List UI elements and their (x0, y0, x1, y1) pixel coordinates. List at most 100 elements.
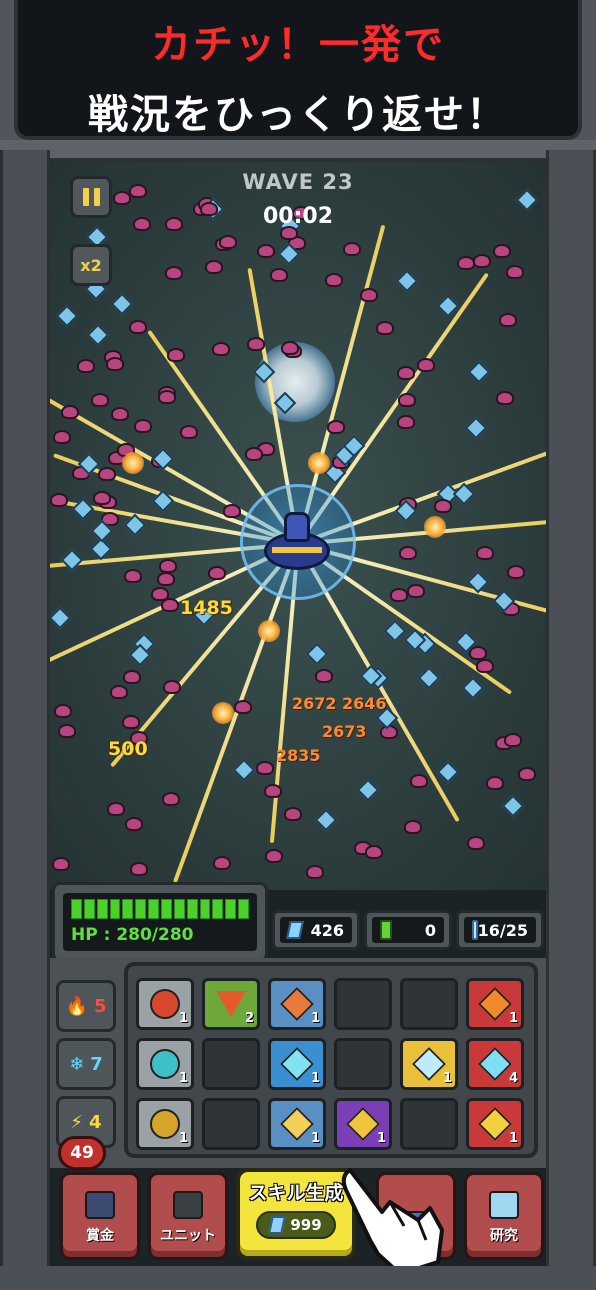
ice-element-counter[interactable]: ❄ 7 (56, 1038, 116, 1090)
ice-enemy (437, 760, 460, 784)
ice-enemy (50, 606, 72, 629)
bolt-star-icon (478, 1107, 512, 1141)
slime-enemy (417, 358, 436, 373)
ice-enemy (71, 497, 95, 521)
fire-count: 5 (93, 995, 107, 1017)
slime-enemy (124, 568, 143, 583)
slime-enemy (207, 565, 226, 580)
skill-level: 2 (244, 1011, 254, 1026)
bounty-button[interactable]: 賞金 (60, 1172, 140, 1260)
hp-segment (225, 899, 237, 919)
slime-enemy (156, 572, 175, 587)
hp-segment (161, 899, 172, 919)
slime-enemy (50, 492, 68, 507)
fire-element-counter[interactable]: 🔥 5 (56, 980, 116, 1032)
slime-enemy (256, 760, 275, 775)
pointing-hand-icon (341, 1168, 444, 1276)
crystal-counter: 426 (272, 910, 360, 950)
slime-enemy (496, 391, 515, 406)
speed-toggle-button[interactable]: x2 (70, 244, 112, 286)
slime-enemy (507, 564, 526, 579)
battle-field[interactable]: 1485 500 2672 2646 2673 2835 WAVE 23 00:… (50, 162, 546, 890)
slime-enemy (456, 255, 475, 270)
slime-enemy (399, 545, 418, 560)
bolt-square-icon (346, 1107, 380, 1141)
damage-number: 500 (108, 738, 148, 760)
slime-enemy (233, 699, 252, 714)
skill-level: 1 (376, 1131, 386, 1146)
slime-enemy (122, 669, 141, 684)
empty-skill-slot[interactable] (334, 978, 392, 1030)
skill-slot[interactable]: 1 (268, 1098, 326, 1150)
ice-enemy (501, 795, 525, 818)
crystal-icon (268, 1216, 287, 1234)
damage-number: 1485 (180, 597, 233, 619)
fire-triangle-icon (216, 991, 246, 1017)
hp-text: HP : 280/280 (71, 925, 194, 945)
skill-slot[interactable]: 1 (400, 1038, 458, 1090)
skill-slot[interactable]: 1 (466, 978, 524, 1030)
ice-star-icon (478, 1047, 512, 1081)
hp-bar (71, 899, 250, 919)
lightning-icon: ⚡ (70, 1111, 84, 1133)
battery-icon (380, 920, 392, 940)
slime-enemy (404, 819, 423, 834)
slime-enemy (61, 405, 80, 420)
unit-button[interactable]: ユニット (148, 1172, 228, 1260)
hp-segment (186, 899, 198, 919)
slime-enemy (257, 243, 276, 258)
skill-slot[interactable]: 4 (466, 1038, 524, 1090)
skill-slot[interactable]: 1 (334, 1098, 392, 1150)
flame-icon: 🔥 (65, 995, 88, 1017)
empty-skill-slot[interactable] (400, 1098, 458, 1150)
research-button[interactable]: 研究 (464, 1172, 544, 1260)
fireball (122, 452, 144, 474)
ice-enemy (87, 323, 110, 347)
slime-enemy (343, 241, 362, 256)
empty-skill-slot[interactable] (334, 1038, 392, 1090)
skill-slot[interactable]: 2 (202, 978, 260, 1030)
skill-slot[interactable]: 1 (268, 978, 326, 1030)
slime-enemy (124, 816, 143, 831)
damage-number: 2835 (276, 746, 321, 765)
pause-button[interactable] (70, 176, 112, 218)
ice-enemy (418, 667, 441, 690)
skill-slot[interactable]: 1 (136, 978, 194, 1030)
element-counters: 🔥 5 ❄ 7 ⚡ 4 (56, 980, 116, 1154)
slime-enemy (284, 807, 303, 822)
skill-slot[interactable]: 1 (136, 1098, 194, 1150)
turret-head (284, 512, 310, 542)
skill-slot[interactable]: 1 (466, 1098, 524, 1150)
slime-enemy (223, 504, 242, 519)
card-counter: 16/25 (456, 910, 544, 950)
empty-skill-slot[interactable] (202, 1098, 260, 1150)
ice-enemy (232, 758, 256, 782)
slime-enemy (365, 844, 384, 859)
slime-enemy (57, 724, 76, 739)
slime-enemy (475, 658, 494, 673)
bolt-diamond-icon (280, 1107, 314, 1141)
ice-enemy (55, 304, 78, 328)
slime-enemy (93, 490, 111, 505)
slime-enemy (485, 775, 504, 790)
slime-enemy (390, 587, 409, 602)
card-count: 16/25 (477, 920, 528, 940)
bottom-nav: 賞金 ユニット スキル生成 999 研究 (50, 1168, 546, 1270)
slime-enemy (380, 725, 399, 740)
slime-enemy (504, 733, 522, 748)
skill-slot[interactable]: 1 (268, 1038, 326, 1090)
slime-enemy (111, 406, 130, 421)
slime-enemy (162, 792, 181, 807)
frame-right (546, 150, 596, 1290)
ice-enemy (60, 549, 83, 572)
slime-enemy (281, 340, 300, 355)
empty-skill-slot[interactable] (400, 978, 458, 1030)
slime-enemy (53, 703, 72, 718)
ice-enemy (314, 809, 338, 832)
lightning-count: 4 (89, 1111, 102, 1133)
skill-level: 1 (508, 1011, 518, 1026)
empty-skill-slot[interactable] (202, 1038, 260, 1090)
slime-enemy (499, 312, 518, 327)
skill-level: 1 (442, 1071, 452, 1086)
skill-slot[interactable]: 1 (136, 1038, 194, 1090)
